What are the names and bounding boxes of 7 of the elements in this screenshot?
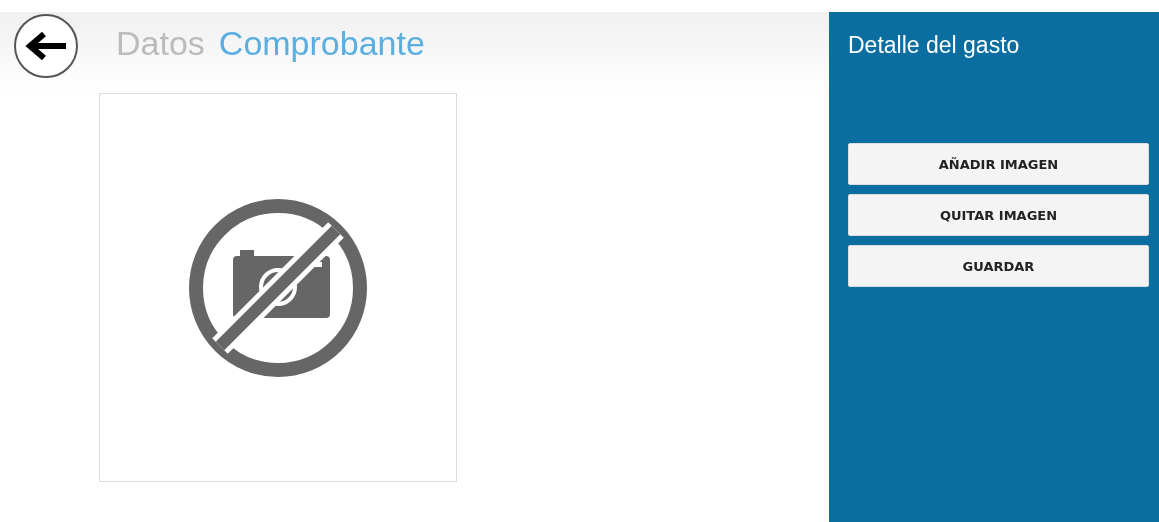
panel-title: Detalle del gasto — [848, 32, 1021, 59]
no-camera-icon — [188, 197, 368, 378]
back-arrow-icon — [24, 31, 68, 61]
action-button[interactable]: AÑADIR IMAGEN — [848, 143, 1149, 185]
action-button[interactable]: GUARDAR — [848, 245, 1149, 287]
action-button[interactable]: QUITAR IMAGEN — [848, 194, 1149, 236]
back-button[interactable] — [14, 14, 78, 78]
